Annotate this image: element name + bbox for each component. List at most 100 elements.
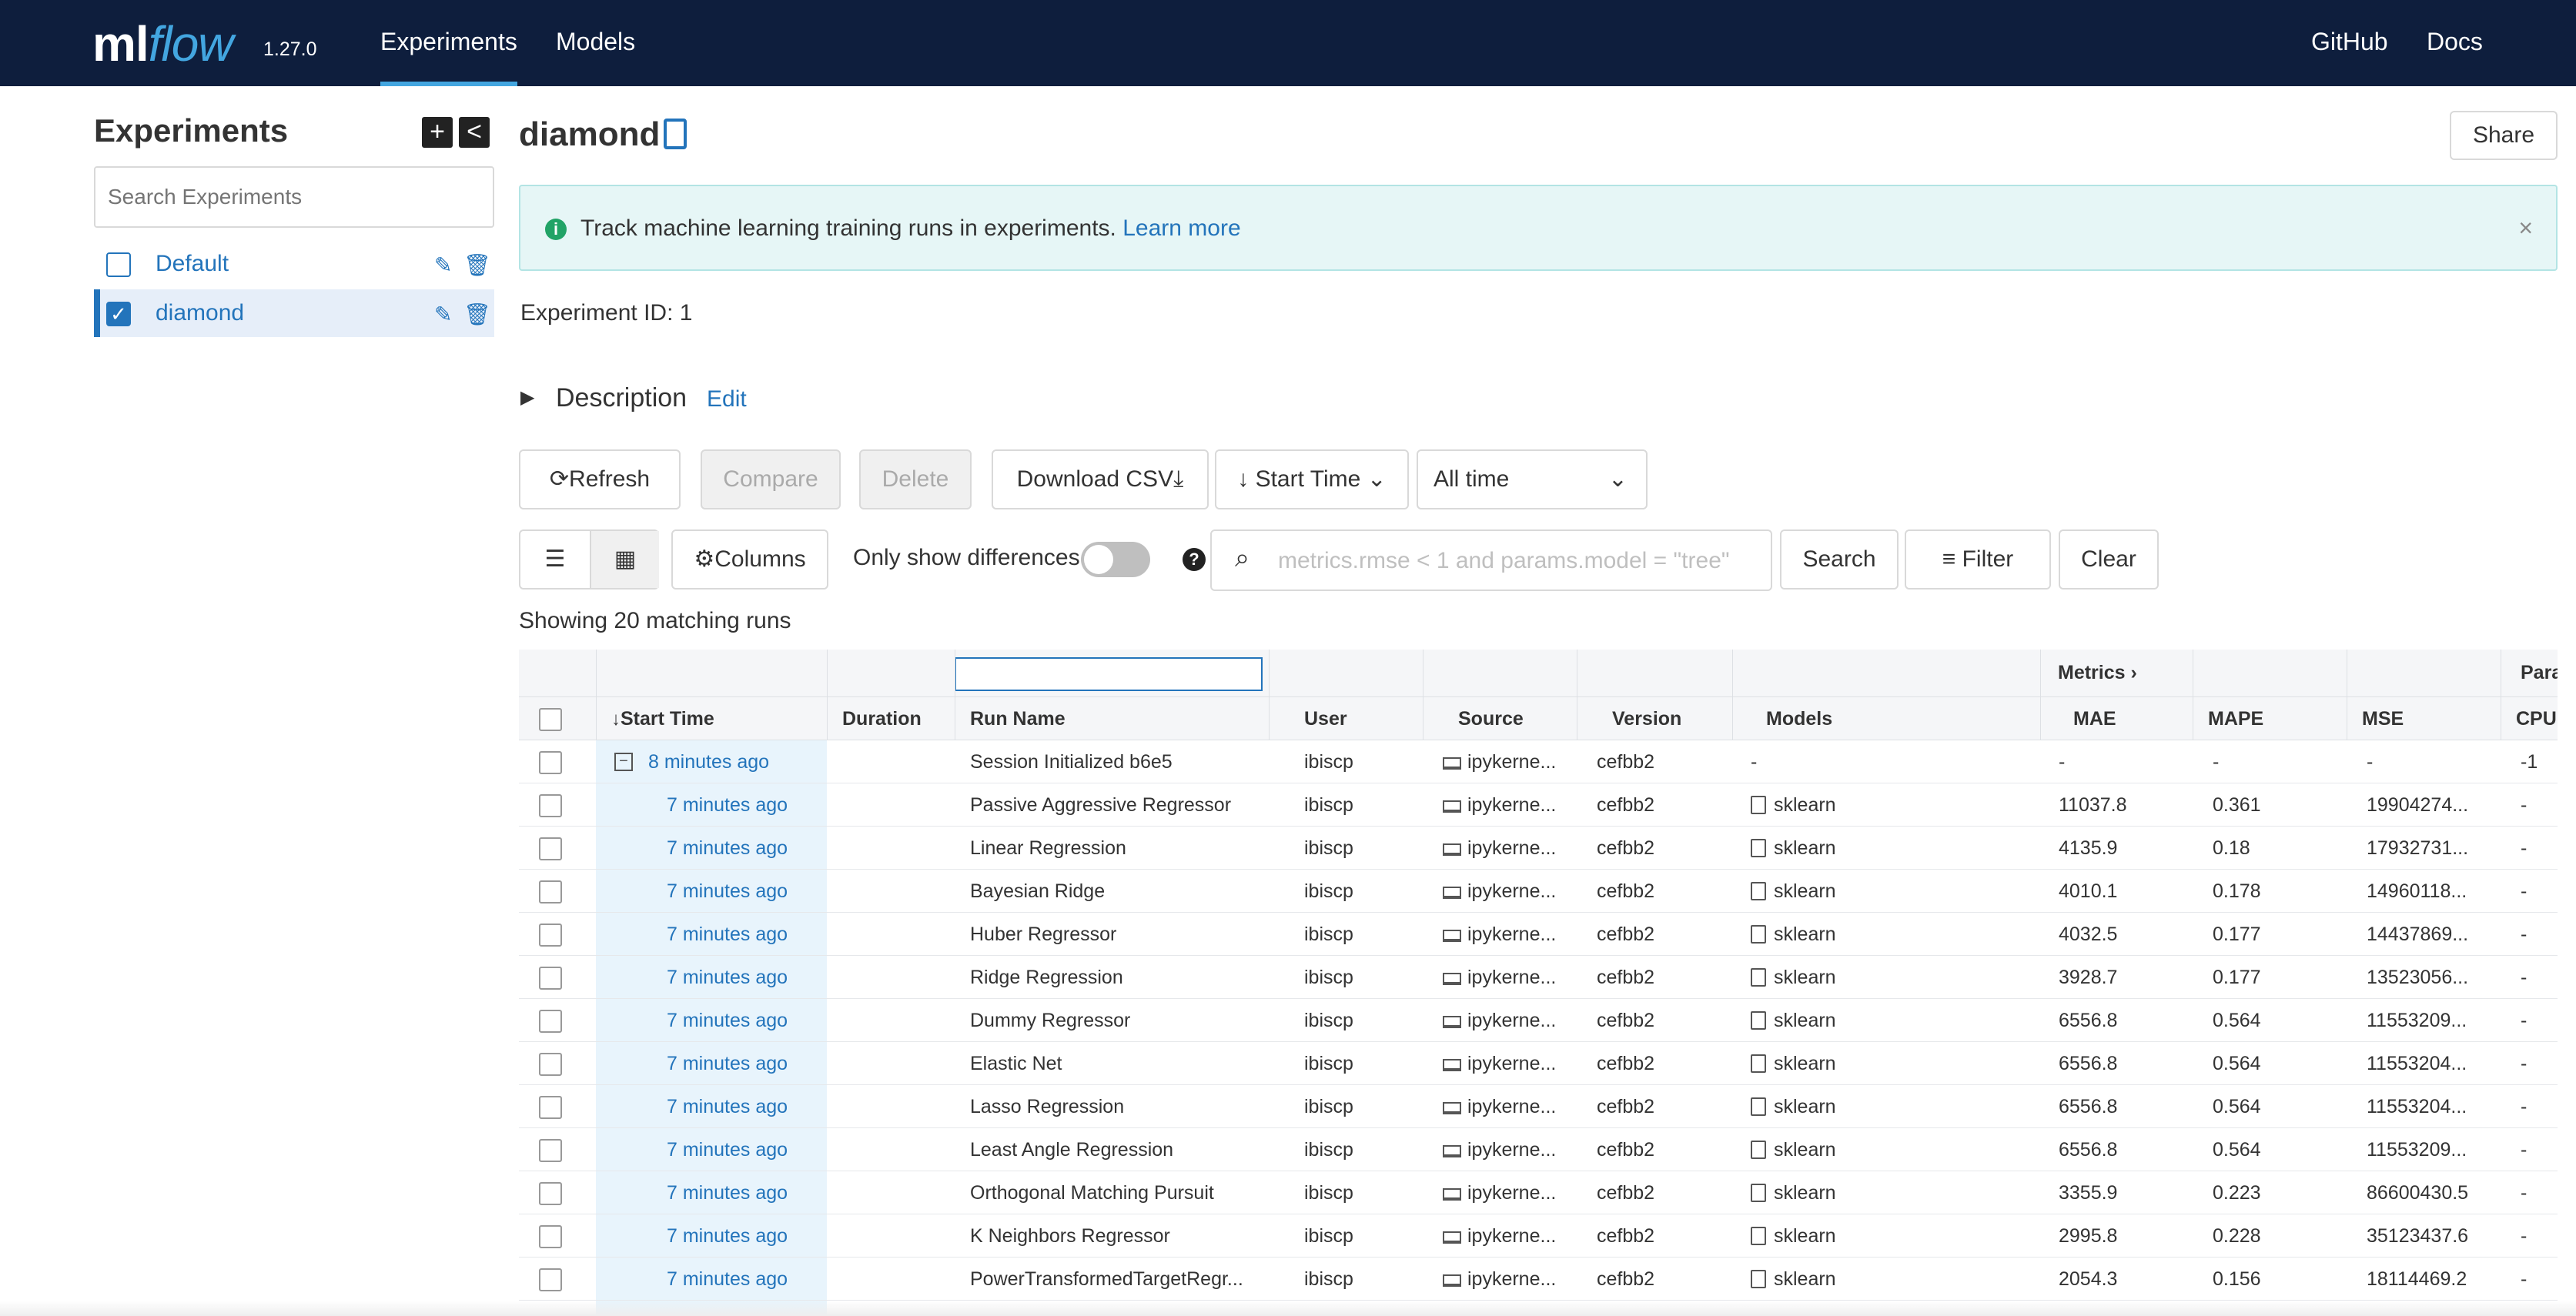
metrics-group-label[interactable]: Metrics ›: [2058, 662, 2137, 684]
row-checkbox[interactable]: [539, 837, 562, 860]
nav-github[interactable]: GitHub: [2311, 28, 2388, 56]
table-row[interactable]: 7 minutes ago K Neighbors Regressor ibis…: [519, 1214, 2558, 1258]
edit-icon[interactable]: ✎: [434, 302, 452, 327]
row-checkbox[interactable]: [539, 1010, 562, 1033]
params-group-label[interactable]: Para: [2521, 662, 2558, 684]
header-duration[interactable]: Duration: [827, 697, 922, 740]
nav-models[interactable]: Models: [556, 28, 635, 56]
source-cell[interactable]: ipykerne...: [1443, 783, 1574, 827]
table-row[interactable]: 7 minutes ago Huber Regressor ibiscp ipy…: [519, 913, 2558, 956]
run-name[interactable]: Orthogonal Matching Pursuit: [970, 1171, 1263, 1214]
refresh-button[interactable]: ⟳Refresh: [519, 449, 681, 509]
row-checkbox[interactable]: [539, 794, 562, 817]
source-cell[interactable]: ipykerne...: [1443, 870, 1574, 913]
source-cell[interactable]: ipykerne...: [1443, 999, 1574, 1042]
source-cell[interactable]: ipykerne...: [1443, 1128, 1574, 1171]
start-time-link[interactable]: 7 minutes ago: [667, 827, 825, 870]
start-time-link[interactable]: 7 minutes ago: [667, 1171, 825, 1214]
row-checkbox[interactable]: [539, 1182, 562, 1205]
header-source[interactable]: Source: [1443, 697, 1524, 740]
models-cell[interactable]: sklearn: [1751, 783, 2036, 827]
header-run-name[interactable]: Run Name: [955, 697, 1066, 740]
edit-icon[interactable]: ✎: [434, 252, 452, 278]
collapse-sidebar-button[interactable]: <: [459, 117, 490, 148]
run-name[interactable]: Ridge Regression: [970, 956, 1263, 999]
filter-button[interactable]: ≡ Filter: [1905, 529, 2051, 590]
table-row[interactable]: 7 minutes ago Ridge Regression ibiscp ip…: [519, 956, 2558, 999]
row-checkbox[interactable]: [539, 1225, 562, 1248]
models-cell[interactable]: sklearn: [1751, 827, 2036, 870]
row-checkbox[interactable]: [539, 967, 562, 990]
start-time-link[interactable]: 7 minutes ago: [667, 1258, 825, 1301]
mlflow-logo[interactable]: mlflow: [92, 15, 233, 72]
columns-button[interactable]: ⚙Columns: [671, 529, 828, 590]
table-view-icon[interactable]: ▦: [590, 531, 659, 588]
row-checkbox[interactable]: [539, 924, 562, 947]
time-filter-select[interactable]: All time ⌄: [1417, 449, 1648, 509]
experiment-checkbox-checked[interactable]: ✓: [106, 302, 131, 326]
run-name[interactable]: Least Angle Regression: [970, 1128, 1263, 1171]
run-name[interactable]: Dummy Regressor: [970, 999, 1263, 1042]
run-name[interactable]: K Neighbors Regressor: [970, 1214, 1263, 1258]
close-icon[interactable]: ×: [2518, 214, 2533, 242]
table-row[interactable]: 7 minutes ago Least Angle Regression ibi…: [519, 1128, 2558, 1171]
header-version[interactable]: Version: [1597, 697, 1681, 740]
nav-experiments[interactable]: Experiments: [380, 28, 517, 86]
header-models[interactable]: Models: [1751, 697, 1832, 740]
row-checkbox[interactable]: [539, 1139, 562, 1162]
table-row[interactable]: 7 minutes ago Passive Aggressive Regress…: [519, 783, 2558, 827]
share-button[interactable]: Share: [2450, 111, 2558, 160]
header-user[interactable]: User: [1289, 697, 1347, 740]
collapse-group-icon[interactable]: −: [614, 753, 633, 771]
run-name[interactable]: Bayesian Ridge: [970, 870, 1263, 913]
models-cell[interactable]: sklearn: [1751, 1258, 2036, 1301]
start-time-link[interactable]: 7 minutes ago: [667, 1085, 825, 1128]
models-cell[interactable]: sklearn: [1751, 1085, 2036, 1128]
run-name[interactable]: Passive Aggressive Regressor: [970, 783, 1263, 827]
table-row[interactable]: 7 minutes ago Dummy Regressor ibiscp ipy…: [519, 999, 2558, 1042]
start-time-link[interactable]: 7 minutes ago: [667, 999, 825, 1042]
start-time-link[interactable]: 7 minutes ago: [667, 870, 825, 913]
delete-button[interactable]: Delete: [859, 449, 972, 509]
source-cell[interactable]: ipykerne...: [1443, 956, 1574, 999]
description-toggle[interactable]: Description: [556, 383, 687, 413]
source-cell[interactable]: ipykerne...: [1443, 913, 1574, 956]
trash-icon[interactable]: 🗑: [463, 302, 491, 327]
view-toggle[interactable]: ☰ ▦: [519, 529, 659, 590]
start-time-link[interactable]: 7 minutes ago: [667, 1214, 825, 1258]
run-search-input[interactable]: ⌕ metrics.rmse < 1 and params.model = "t…: [1210, 529, 1772, 591]
start-time-link[interactable]: 7 minutes ago: [667, 1128, 825, 1171]
row-checkbox[interactable]: [539, 1053, 562, 1076]
description-edit-link[interactable]: Edit: [707, 386, 747, 413]
source-cell[interactable]: ipykerne...: [1443, 827, 1574, 870]
models-cell[interactable]: -: [1751, 740, 2036, 783]
column-group-input[interactable]: [955, 657, 1263, 691]
sidebar-item-default[interactable]: Default ✎ 🗑: [94, 240, 494, 288]
start-time-link[interactable]: 8 minutes ago: [648, 740, 825, 783]
table-row[interactable]: 7 minutes ago Orthogonal Matching Pursui…: [519, 1171, 2558, 1214]
source-cell[interactable]: ipykerne...: [1443, 1042, 1574, 1085]
experiment-name[interactable]: Default: [156, 251, 229, 277]
row-checkbox[interactable]: [539, 1268, 562, 1291]
run-name[interactable]: Session Initialized b6e5: [970, 740, 1263, 783]
header-mape[interactable]: MAPE: [2193, 697, 2263, 740]
row-checkbox[interactable]: [539, 1096, 562, 1119]
table-row[interactable]: 7 minutes ago Linear Regression ibiscp i…: [519, 827, 2558, 870]
clear-button[interactable]: Clear: [2059, 529, 2159, 590]
run-name[interactable]: PowerTransformedTargetRegr...: [970, 1258, 1263, 1301]
sort-select[interactable]: ↓ Start Time ⌄: [1215, 449, 1409, 509]
models-cell[interactable]: sklearn: [1751, 1042, 2036, 1085]
search-button[interactable]: Search: [1780, 529, 1899, 590]
only-differences-toggle[interactable]: [1081, 542, 1150, 577]
start-time-link[interactable]: 7 minutes ago: [667, 783, 825, 827]
select-all-checkbox[interactable]: [539, 708, 562, 731]
start-time-link[interactable]: 7 minutes ago: [667, 1042, 825, 1085]
models-cell[interactable]: sklearn: [1751, 1171, 2036, 1214]
help-icon[interactable]: ?: [1183, 548, 1206, 571]
source-cell[interactable]: ipykerne...: [1443, 1171, 1574, 1214]
source-cell[interactable]: ipykerne...: [1443, 1085, 1574, 1128]
source-cell[interactable]: ipykerne...: [1443, 1258, 1574, 1301]
list-view-icon[interactable]: ☰: [520, 531, 590, 588]
header-cpu[interactable]: CPU: [2501, 697, 2557, 740]
run-name[interactable]: Elastic Net: [970, 1042, 1263, 1085]
